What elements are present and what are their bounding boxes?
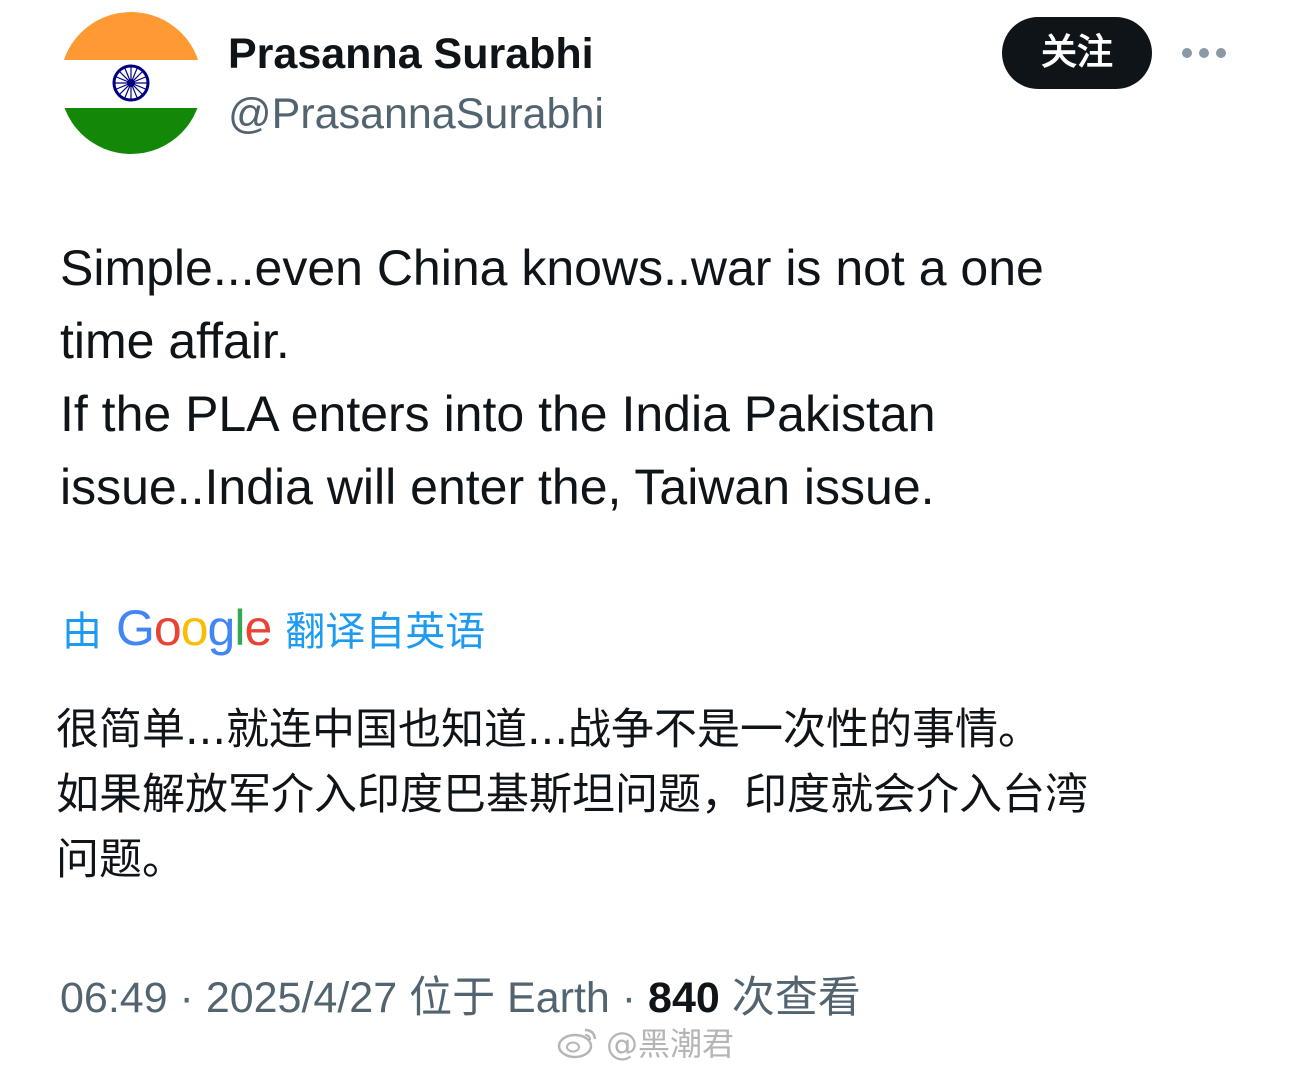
translation-suffix: 翻译自英语	[285, 609, 486, 655]
watermark-text: @黑潮君	[606, 1025, 735, 1063]
india-flag-icon	[60, 12, 202, 154]
translated-line: 如果解放军介入印度巴基斯坦问题，印度就会介入台湾	[56, 770, 1088, 820]
meta-separator: ·	[621, 974, 637, 1022]
tweet-timestamp[interactable]: 06:49 · 2025/4/27	[60, 974, 397, 1022]
author-display-name[interactable]: Prasanna Surabhi	[228, 28, 594, 80]
translation-prefix: 由	[62, 609, 102, 655]
tweet-text: Simple...even China knows..war is not a …	[60, 232, 1240, 524]
more-dots-icon	[1199, 48, 1209, 58]
tweet-location: 位于 Earth	[409, 974, 610, 1022]
tweet-meta: 06:49 · 2025/4/27 位于 Earth · 840 次查看	[60, 970, 861, 1026]
tweet-line: If the PLA enters into the India Pakista…	[60, 386, 936, 442]
tweet-line: time affair.	[60, 313, 290, 369]
tweet-line: issue..India will enter the, Taiwan issu…	[60, 459, 935, 515]
translation-attribution[interactable]: 由 Google 翻译自英语	[62, 598, 485, 658]
author-handle[interactable]: @PrasannaSurabhi	[228, 88, 604, 140]
translated-text: 很简单...就连中国也知道...战争不是一次性的事情。 如果解放军介入印度巴基斯…	[56, 698, 1246, 893]
more-dots-icon	[1216, 48, 1226, 58]
more-options-button[interactable]	[1176, 36, 1232, 70]
google-logo: Google	[116, 600, 272, 656]
follow-button[interactable]: 关注	[1002, 17, 1152, 89]
more-dots-icon	[1182, 48, 1192, 58]
weibo-watermark: @黑潮君	[556, 1020, 734, 1064]
views-count: 840	[648, 974, 720, 1022]
views-label: 次查看	[731, 974, 861, 1022]
author-avatar[interactable]	[60, 12, 202, 154]
translated-line: 问题。	[56, 835, 185, 885]
weibo-icon	[557, 1028, 597, 1059]
translated-line: 很简单...就连中国也知道...战争不是一次性的事情。	[56, 705, 1042, 755]
tweet-line: Simple...even China knows..war is not a …	[60, 240, 1044, 296]
